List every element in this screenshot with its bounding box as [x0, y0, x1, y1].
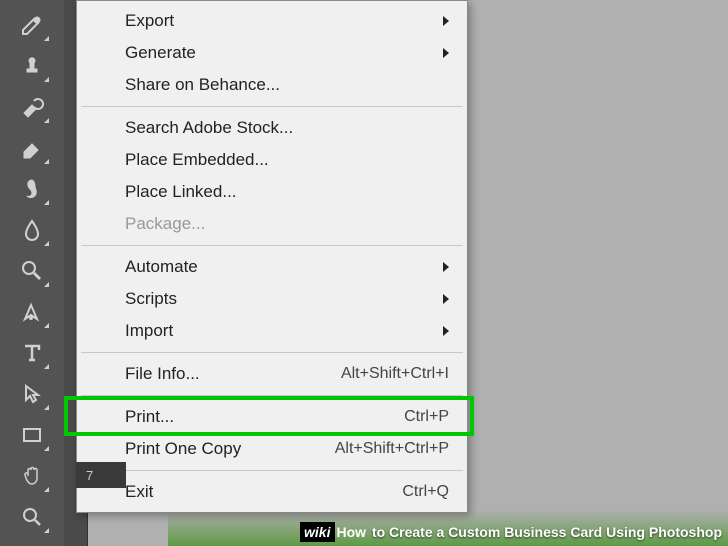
- menu-item-exit[interactable]: ExitCtrl+Q: [77, 476, 467, 508]
- menu-separator: [81, 395, 463, 396]
- menu-item-label: Print One Copy: [125, 439, 335, 459]
- menu-item-generate[interactable]: Generate: [77, 37, 467, 69]
- tool-dodge[interactable]: [13, 252, 51, 289]
- menu-item-place-linked[interactable]: Place Linked...: [77, 176, 467, 208]
- menu-item-automate[interactable]: Automate: [77, 251, 467, 283]
- menu-item-file-info[interactable]: File Info...Alt+Shift+Ctrl+I: [77, 358, 467, 390]
- tool-eraser[interactable]: [13, 129, 51, 166]
- tool-zoom[interactable]: [13, 498, 51, 535]
- tool-hand[interactable]: [13, 457, 51, 494]
- menu-item-place-embedded[interactable]: Place Embedded...: [77, 144, 467, 176]
- menu-item-label: Export: [125, 11, 443, 31]
- menu-separator: [81, 352, 463, 353]
- menu-item-label: Exit: [125, 482, 402, 502]
- chevron-right-icon: [443, 262, 449, 272]
- tool-blur[interactable]: [13, 211, 51, 248]
- menu-item-label: Scripts: [125, 289, 443, 309]
- menu-item-export[interactable]: Export: [77, 5, 467, 37]
- tool-brush[interactable]: [13, 6, 51, 43]
- menu-item-shortcut: Alt+Shift+Ctrl+I: [341, 365, 449, 383]
- tool-path-select[interactable]: [13, 375, 51, 412]
- chevron-right-icon: [443, 16, 449, 26]
- tools-panel: [0, 0, 64, 546]
- caption-title: to Create a Custom Business Card Using P…: [368, 524, 722, 540]
- menu-separator: [81, 245, 463, 246]
- menu-item-import[interactable]: Import: [77, 315, 467, 347]
- tool-gradient[interactable]: [13, 170, 51, 207]
- menu-item-package: Package...: [77, 208, 467, 240]
- menu-item-label: Import: [125, 321, 443, 341]
- menu-item-label: File Info...: [125, 364, 341, 384]
- chevron-right-icon: [443, 326, 449, 336]
- caption-bar: wiki How to Create a Custom Business Car…: [294, 518, 728, 546]
- menu-item-print-one-copy[interactable]: Print One CopyAlt+Shift+Ctrl+P: [77, 433, 467, 465]
- tool-rectangle[interactable]: [13, 416, 51, 453]
- menu-item-label: Place Embedded...: [125, 150, 449, 170]
- menu-item-shortcut: Alt+Shift+Ctrl+P: [335, 440, 449, 458]
- menu-item-label: Print...: [125, 407, 404, 427]
- tool-type[interactable]: [13, 334, 51, 371]
- chevron-right-icon: [443, 48, 449, 58]
- menu-item-shortcut: Ctrl+Q: [402, 483, 449, 501]
- menu-item-label: Package...: [125, 214, 449, 234]
- menu-item-share-on-behance[interactable]: Share on Behance...: [77, 69, 467, 101]
- menu-item-label: Place Linked...: [125, 182, 449, 202]
- horizontal-ruler-fragment: 7: [76, 462, 126, 488]
- tool-stamp[interactable]: [13, 47, 51, 84]
- ruler-tick: 7: [86, 468, 93, 483]
- file-menu: Export Generate Share on Behance... Search …: [76, 0, 468, 513]
- menu-item-scripts[interactable]: Scripts: [77, 283, 467, 315]
- menu-separator: [81, 106, 463, 107]
- menu-separator: [81, 470, 463, 471]
- menu-item-label: Share on Behance...: [125, 75, 449, 95]
- menu-item-label: Generate: [125, 43, 443, 63]
- menu-item-label: Automate: [125, 257, 443, 277]
- menu-item-search-adobe-stock[interactable]: Search Adobe Stock...: [77, 112, 467, 144]
- brand-how: How: [337, 524, 367, 540]
- chevron-right-icon: [443, 294, 449, 304]
- menu-item-print[interactable]: Print...Ctrl+P: [77, 401, 467, 433]
- tool-history-brush[interactable]: [13, 88, 51, 125]
- tool-pen[interactable]: [13, 293, 51, 330]
- brand-logo: wiki: [300, 522, 334, 542]
- menu-item-label: Search Adobe Stock...: [125, 118, 449, 138]
- menu-item-shortcut: Ctrl+P: [404, 408, 449, 426]
